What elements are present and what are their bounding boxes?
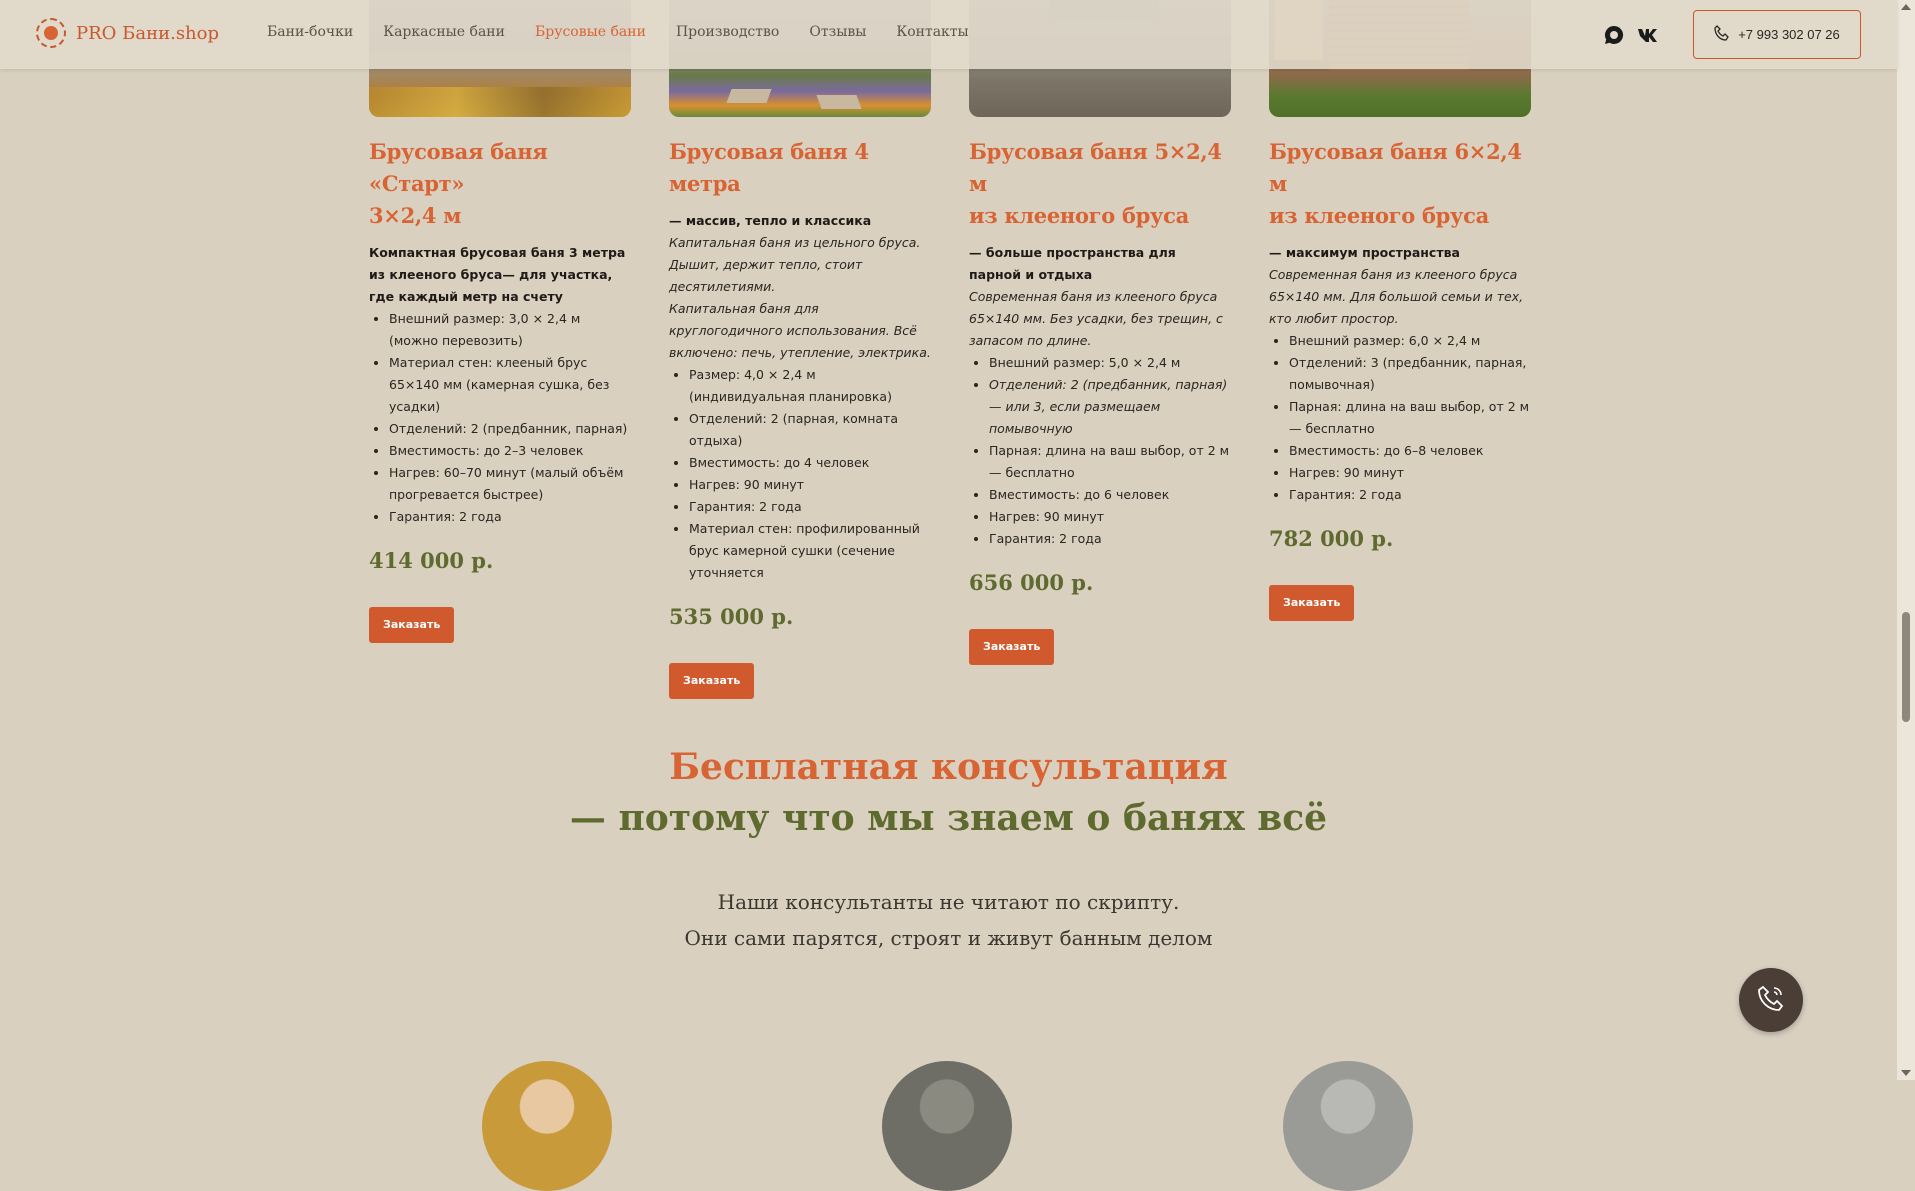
sauna-logo-icon: [36, 18, 66, 48]
feature-item: Парная: длина на ваш выбор, от 2 м — бес…: [989, 440, 1231, 484]
feature-item: Гарантия: 2 года: [389, 506, 631, 528]
vk-icon[interactable]: [1637, 23, 1661, 47]
feature-item: Внешний размер: 3,0 × 2,4 м (можно перев…: [389, 308, 631, 352]
feature-item: Вместимость: до 6 человек: [989, 484, 1231, 506]
scroll-down-arrow[interactable]: [1901, 1070, 1911, 1076]
nav-item-karkasnye[interactable]: Каркасные бани: [383, 24, 505, 40]
product-features: Внешний размер: 6,0 × 2,4 м Отделений: 3…: [1269, 330, 1531, 506]
feature-item: Материал стен: профилированный брус каме…: [689, 518, 931, 584]
feature-item: Внешний размер: 5,0 × 2,4 м: [989, 352, 1231, 374]
product-card-6m: Брусовая баня 6×2,4 м из клееного бруса …: [1269, 0, 1531, 621]
consultant-avatar: [482, 1061, 612, 1191]
page-scrollbar[interactable]: [1897, 0, 1915, 1080]
scrollbar-thumb[interactable]: [1902, 612, 1910, 722]
product-description: Капитальная баня для круглогодичного исп…: [669, 301, 931, 360]
nav-item-otzyvy[interactable]: Отзывы: [809, 24, 866, 40]
product-card-start: Брусовая баня «Старт» 3×2,4 м Компактная…: [369, 0, 631, 643]
product-title: Брусовая баня 5×2,4 м из клееного бруса: [969, 139, 1222, 228]
phone-icon: [1714, 25, 1730, 44]
feature-item: Внешний размер: 6,0 × 2,4 м: [1289, 330, 1531, 352]
phone-button[interactable]: +7 993 302 07 26: [1693, 10, 1861, 59]
feature-item: Парная: длина на ваш выбор, от 2 м — бес…: [1289, 396, 1531, 440]
order-button[interactable]: Заказать: [969, 629, 1055, 665]
product-card-4m: Брусовая баня 4 метра — массив, тепло и …: [669, 0, 931, 699]
feature-item: Вместимость: до 2–3 человек: [389, 440, 631, 462]
nav-item-brusovye[interactable]: Брусовые бани: [535, 24, 646, 40]
logo[interactable]: PRO Бани.shop: [36, 18, 219, 48]
feature-item: Нагрев: 60–70 минут (малый объём прогрев…: [389, 462, 631, 506]
feature-item: Вместимость: до 4 человек: [689, 452, 931, 474]
feature-item: Нагрев: 90 минут: [1289, 462, 1531, 484]
whatsapp-icon[interactable]: [1602, 23, 1626, 47]
product-lead: — максимум пространства: [1269, 245, 1460, 260]
consultation-subtitle: — потому что мы знаем о банях всё: [569, 797, 1328, 839]
nav-item-kontakty[interactable]: Контакты: [896, 24, 968, 40]
product-price: 535 000 р.: [669, 604, 794, 629]
product-title: Брусовая баня «Старт» 3×2,4 м: [369, 139, 548, 228]
product-description: Капитальная баня из цельного бруса. Дыши…: [669, 235, 921, 294]
feature-item: Отделений: 3 (предбанник, парная, помыво…: [1289, 352, 1531, 396]
product-description: Современная баня из клееного бруса 65×14…: [969, 289, 1223, 348]
product-title: Брусовая баня 4 метра: [669, 139, 869, 196]
feature-item: Материал стен: клееный брус 65×140 мм (к…: [389, 352, 631, 418]
feature-item: Отделений: 2 (парная, комната отдыха): [689, 408, 931, 452]
product-price: 414 000 р.: [369, 548, 494, 573]
consultation-text-line-2: Они сами парятся, строят и живут банным …: [684, 926, 1213, 950]
consultant-avatar: [1283, 1061, 1413, 1191]
consultation-text-line-1: Наши консультанты не читают по скрипту.: [717, 890, 1180, 914]
feature-item: Отделений: 2 (предбанник, парная)— или 3…: [989, 374, 1231, 440]
phone-number: +7 993 302 07 26: [1738, 27, 1840, 42]
product-lead: Компактная брусовая баня 3 метра из клее…: [369, 245, 626, 304]
nav-item-proizvodstvo[interactable]: Производство: [676, 24, 779, 40]
site-header: PRO Бани.shop Бани-бочки Каркасные бани …: [0, 0, 1897, 69]
order-button[interactable]: Заказать: [669, 663, 755, 699]
product-lead: — больше пространства для парной и отдых…: [969, 245, 1176, 282]
scroll-up-arrow[interactable]: [1901, 4, 1911, 10]
logo-text: PRO Бани.shop: [76, 22, 220, 44]
product-price: 656 000 р.: [969, 570, 1094, 595]
product-price: 782 000 р.: [1269, 526, 1394, 551]
call-button[interactable]: [1739, 968, 1803, 1032]
consultation-title: Бесплатная консультация: [669, 746, 1228, 788]
product-features: Размер: 4,0 × 2,4 м (индивидуальная план…: [669, 364, 931, 584]
order-button[interactable]: Заказать: [369, 607, 455, 643]
feature-item: Размер: 4,0 × 2,4 м (индивидуальная план…: [689, 364, 931, 408]
feature-item: Нагрев: 90 минут: [989, 506, 1231, 528]
feature-item: Нагрев: 90 минут: [689, 474, 931, 496]
feature-item: Гарантия: 2 года: [989, 528, 1231, 550]
main-nav: Бани-бочки Каркасные бани Брусовые бани …: [267, 24, 969, 40]
phone-call-icon: [1756, 983, 1786, 1017]
product-features: Внешний размер: 3,0 × 2,4 м (можно перев…: [369, 308, 631, 528]
feature-item: Отделений: 2 (предбанник, парная): [389, 418, 631, 440]
nav-item-bani-bochki[interactable]: Бани-бочки: [267, 24, 353, 40]
product-title: Брусовая баня 6×2,4 м из клееного бруса: [1269, 139, 1522, 228]
product-card-5m: Брусовая баня 5×2,4 м из клееного бруса …: [969, 0, 1231, 665]
feature-item: Гарантия: 2 года: [1289, 484, 1531, 506]
order-button[interactable]: Заказать: [1269, 585, 1355, 621]
feature-item: Гарантия: 2 года: [689, 496, 931, 518]
product-description: Современная баня из клееного бруса 65×14…: [1269, 267, 1524, 326]
consultant-avatar: [882, 1061, 1012, 1191]
product-lead: — массив, тепло и классика: [669, 213, 872, 228]
feature-item: Вместимость: до 6–8 человек: [1289, 440, 1531, 462]
product-features: Внешний размер: 5,0 × 2,4 м Отделений: 2…: [969, 352, 1231, 550]
